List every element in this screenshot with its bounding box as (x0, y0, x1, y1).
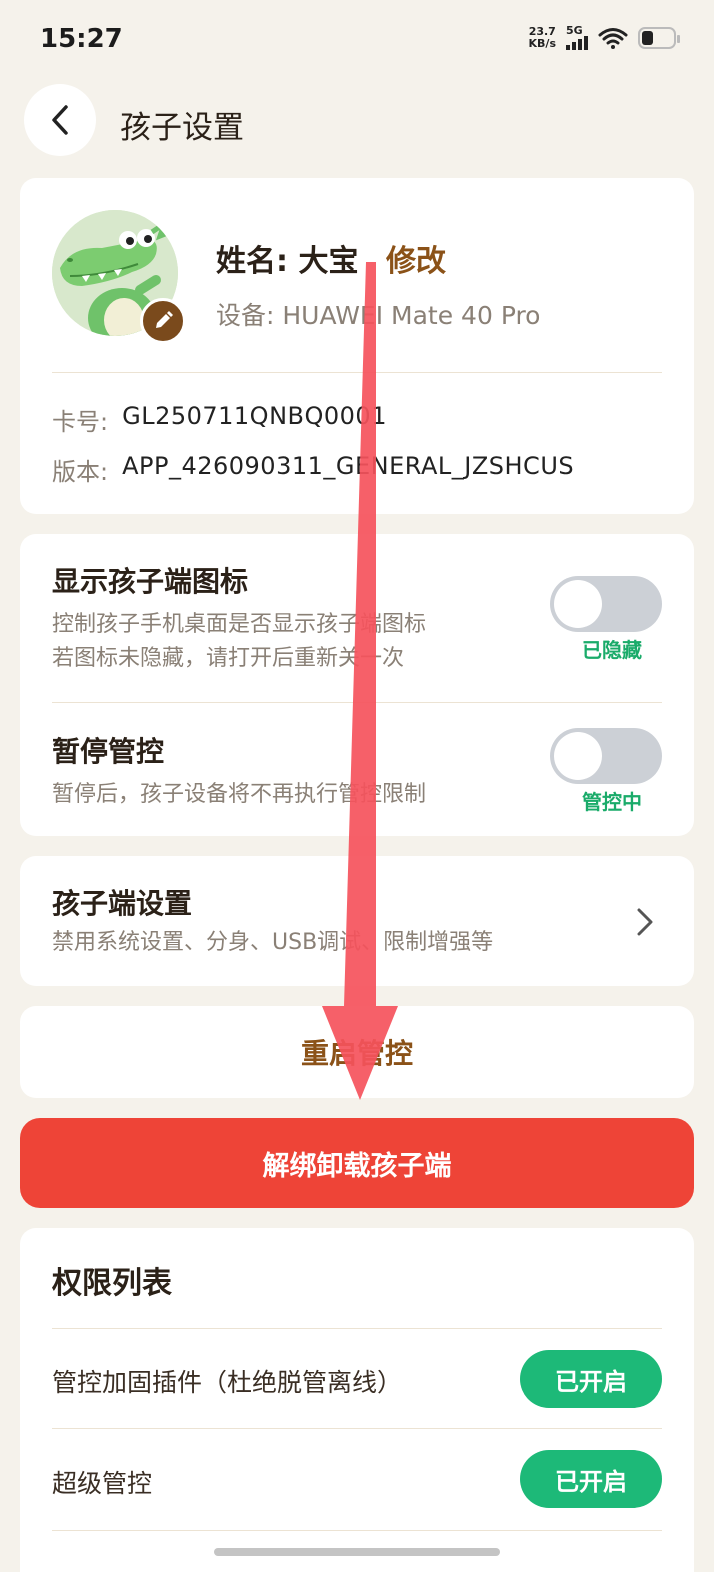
status-icons: 23.7 KB/s 5G (528, 24, 680, 50)
unbind-uninstall-button[interactable]: 解绑卸载孩子端 (20, 1118, 694, 1208)
show-icon-toggle[interactable] (550, 576, 662, 632)
pause-control-toggle[interactable] (550, 728, 662, 784)
permissions-card: 权限列表 管控加固插件（杜绝脱管离线） 已开启 超级管控 已开启 (20, 1228, 694, 1572)
device-name: 设备: HUAWEI Mate 40 Pro (216, 301, 541, 330)
chevron-left-icon (52, 105, 68, 135)
profile-card: 姓名: 大宝 修改 设备: HUAWEI Mate 40 Pro 卡号: GL2… (20, 178, 694, 514)
status-bar: 15:27 23.7 KB/s 5G (0, 0, 714, 80)
settings-card: 显示孩子端图标 控制孩子手机桌面是否显示孩子端图标 若图标未隐藏，请打开后重新关… (20, 534, 694, 836)
divider (52, 702, 662, 703)
permission-status-button[interactable]: 已开启 (520, 1350, 662, 1408)
restart-control-button[interactable]: 重启管控 (20, 1006, 694, 1098)
page-title: 孩子设置 (120, 110, 244, 146)
chevron-right-icon (637, 908, 653, 936)
battery-icon (638, 27, 680, 49)
signal-icon: 5G (566, 24, 588, 50)
divider (52, 372, 662, 373)
edit-avatar-button[interactable] (140, 298, 186, 344)
pause-control-status: 管控中 (582, 790, 642, 814)
home-indicator[interactable] (214, 1548, 500, 1556)
permission-status-button[interactable]: 已开启 (520, 1450, 662, 1508)
divider (52, 1428, 662, 1429)
pencil-icon (156, 311, 173, 328)
permissions-title: 权限列表 (52, 1266, 172, 1301)
version-row: 版本: APP_426090311_GENERAL_JZSHCUS (52, 452, 575, 486)
divider (52, 1530, 662, 1531)
divider (52, 1328, 662, 1329)
header: 孩子设置 (0, 82, 714, 158)
card-number-row: 卡号: GL250711QNBQ0001 (52, 402, 387, 436)
permission-label: 管控加固插件（杜绝脱管离线） (52, 1368, 403, 1397)
child-settings-row[interactable]: 孩子端设置 禁用系统设置、分身、USB调试、限制增强等 (20, 856, 694, 986)
card-number: GL250711QNBQ0001 (122, 402, 387, 430)
permission-label: 超级管控 (52, 1469, 153, 1498)
wifi-icon (598, 28, 628, 49)
child-settings-title: 孩子端设置 (52, 887, 193, 920)
network-type: 5G (566, 24, 583, 37)
status-time: 15:27 (40, 24, 123, 54)
edit-name-link[interactable]: 修改 (386, 236, 446, 280)
child-settings-desc: 禁用系统设置、分身、USB调试、限制增强等 (52, 930, 494, 955)
child-name: 姓名: 大宝 (216, 244, 359, 279)
net-speed: 23.7 KB/s (528, 25, 556, 50)
version-value: APP_426090311_GENERAL_JZSHCUS (122, 452, 575, 480)
pause-control-title: 暂停管控 (52, 735, 165, 768)
show-icon-title: 显示孩子端图标 (52, 565, 249, 598)
show-icon-status: 已隐藏 (582, 638, 642, 662)
pause-control-desc: 暂停后，孩子设备将不再执行管控限制 (52, 782, 427, 807)
restart-control-label: 重启管控 (300, 1037, 413, 1070)
back-button[interactable] (24, 84, 96, 156)
show-icon-desc: 控制孩子手机桌面是否显示孩子端图标 若图标未隐藏，请打开后重新关一次 (52, 612, 427, 671)
